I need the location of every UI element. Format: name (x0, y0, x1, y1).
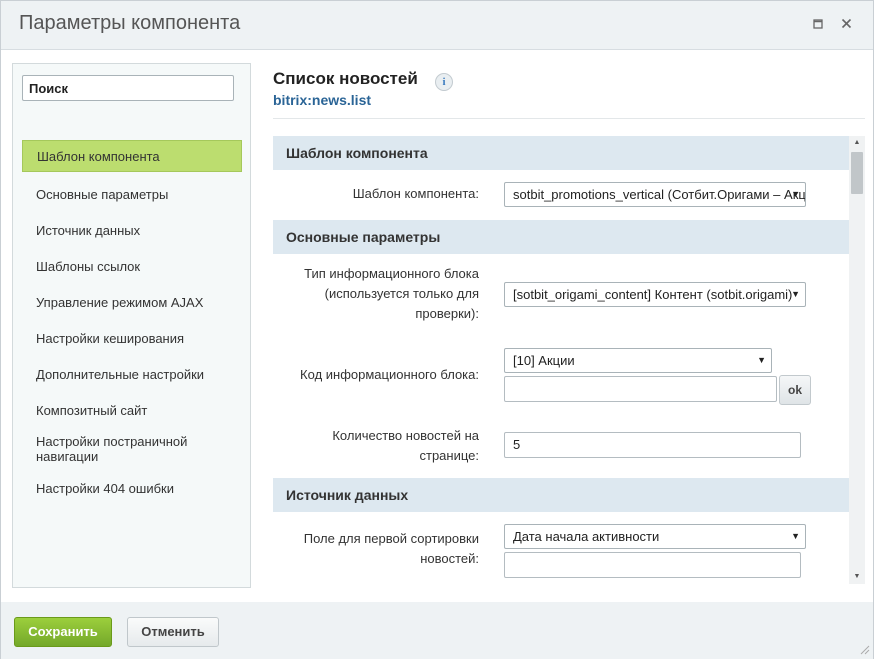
resize-handle-icon[interactable] (858, 644, 870, 656)
dialog-footer: Сохранить Отменить (1, 602, 873, 659)
nav-item-pagination[interactable]: Настройки постраничной навигации (22, 428, 242, 470)
component-code: bitrix:news.list (273, 92, 372, 108)
info-icon[interactable]: i (435, 73, 453, 91)
section-header-main: Основные параметры (273, 220, 849, 254)
nav-item-url-templates[interactable]: Шаблоны ссылок (22, 248, 242, 284)
iblock-code-input[interactable] (504, 376, 777, 402)
chevron-down-icon: ▼ (791, 531, 800, 541)
nav-item-label: Шаблоны ссылок (36, 258, 141, 274)
scroll-up-icon[interactable]: ▲ (849, 136, 865, 150)
section-header-template: Шаблон компонента (273, 136, 849, 170)
iblock-code-select-value: [10] Акции (513, 353, 575, 368)
scrollbar-thumb[interactable] (851, 152, 863, 194)
save-button[interactable]: Сохранить (14, 617, 112, 647)
nav-item-component-template[interactable]: Шаблон компонента (22, 140, 242, 172)
nav-item-data-source[interactable]: Источник данных (22, 212, 242, 248)
iblock-code-label: Код информационного блока: (300, 367, 479, 382)
iblock-type-select[interactable]: [sotbit_origami_content] Контент (sotbit… (504, 282, 806, 307)
divider (273, 118, 865, 119)
titlebar[interactable]: Параметры компонента (1, 1, 873, 50)
maximize-icon[interactable] (808, 15, 828, 35)
chevron-down-icon: ▼ (791, 189, 800, 199)
nav-item-label: Настройки 404 ошибки (36, 480, 174, 496)
iblock-type-label: Тип информационного блока (используется … (304, 266, 479, 321)
sort-field-input[interactable] (504, 552, 801, 578)
nav-item-label: Настройки постраничной навигации (36, 434, 188, 464)
nav-item-label: Композитный сайт (36, 402, 148, 418)
sections-nav: Шаблон компонента Основные параметры Ист… (22, 140, 242, 506)
component-params-dialog: Параметры компонента Шаблон компонента О… (0, 0, 874, 659)
iblock-code-select[interactable]: [10] Акции ▼ (504, 348, 772, 373)
nav-item-additional-settings[interactable]: Дополнительные настройки (22, 356, 242, 392)
nav-item-label: Управление режимом AJAX (36, 294, 204, 310)
nav-item-main-params[interactable]: Основные параметры (22, 176, 242, 212)
sections-sidebar: Шаблон компонента Основные параметры Ист… (12, 63, 251, 588)
chevron-down-icon: ▼ (757, 355, 766, 365)
iblock-type-select-value: [sotbit_origami_content] Контент (sotbit… (513, 287, 793, 302)
ok-button[interactable]: ok (779, 375, 811, 405)
sort-field-select[interactable]: Дата начала активности ▼ (504, 524, 806, 549)
section-header-source: Источник данных (273, 478, 849, 512)
nav-item-cache-settings[interactable]: Настройки кеширования (22, 320, 242, 356)
sort-field-label: Поле для первой сортировки новостей: (303, 531, 479, 566)
nav-item-label: Источник данных (36, 222, 141, 238)
nav-item-composite-site[interactable]: Композитный сайт (22, 392, 242, 428)
template-select-value: sotbit_promotions_vertical (Сотбит.Орига… (513, 187, 806, 202)
chevron-down-icon: ▼ (791, 289, 800, 299)
dialog-content: Шаблон компонента Основные параметры Ист… (1, 50, 873, 602)
scroll-down-icon[interactable]: ▼ (849, 570, 865, 584)
nav-item-ajax-mode[interactable]: Управление режимом AJAX (22, 284, 242, 320)
news-count-input[interactable]: 5 (504, 432, 801, 458)
params-panel: Список новостей i bitrix:news.list Шабло… (273, 50, 865, 602)
params-scroll-area[interactable]: Шаблон компонента Шаблон компонента: sot… (273, 136, 849, 584)
search-input[interactable] (22, 75, 234, 101)
nav-item-label: Настройки кеширования (36, 330, 185, 346)
close-icon[interactable] (836, 15, 856, 35)
nav-item-label: Основные параметры (36, 186, 169, 202)
nav-item-404-settings[interactable]: Настройки 404 ошибки (22, 470, 242, 506)
cancel-button[interactable]: Отменить (127, 617, 219, 647)
news-count-label: Количество новостей на странице: (332, 428, 479, 463)
sort-field-select-value: Дата начала активности (513, 529, 660, 544)
params-scrollbar[interactable]: ▲ ▼ (849, 136, 865, 584)
template-select[interactable]: sotbit_promotions_vertical (Сотбит.Орига… (504, 182, 806, 207)
dialog-title: Параметры компонента (19, 12, 241, 34)
nav-item-label: Дополнительные настройки (36, 366, 205, 382)
nav-item-label: Шаблон компонента (37, 148, 160, 164)
template-label: Шаблон компонента: (352, 186, 479, 201)
component-title: Список новостей (273, 69, 418, 88)
